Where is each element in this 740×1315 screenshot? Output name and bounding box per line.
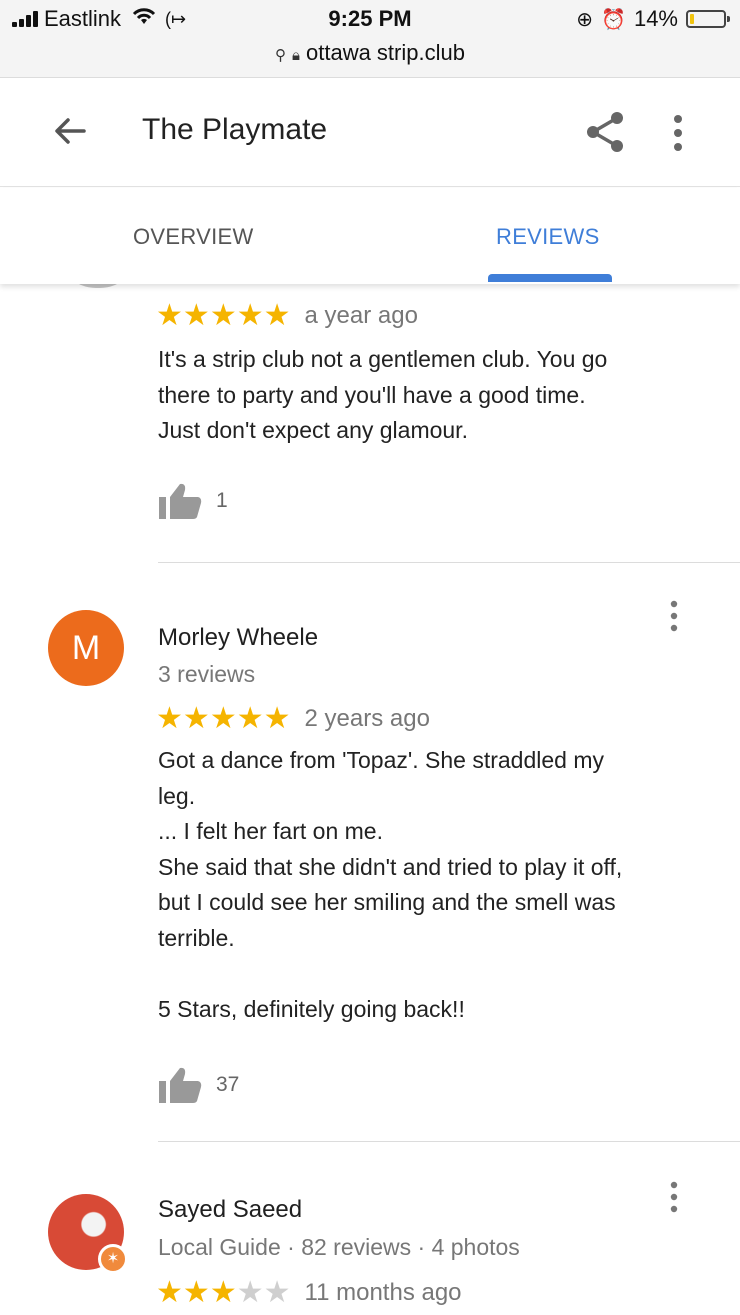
like-count: 37	[216, 1073, 240, 1096]
lock-icon: 🔒︎	[292, 47, 300, 64]
app-bar: The Playmate	[0, 79, 740, 187]
alarm-icon: ⏰	[601, 8, 626, 31]
review-line: Got a dance from 'Topaz'. She straddled …	[158, 747, 605, 773]
page-title: The Playmate	[142, 113, 328, 146]
star-filled-icon: ★	[263, 299, 291, 332]
more-vert-icon[interactable]	[664, 1180, 684, 1214]
review-line: there to party and you'll have a good ti…	[158, 381, 586, 408]
status-right: ⊕ ⏰ 14%	[576, 6, 730, 32]
share-icon[interactable]	[582, 109, 628, 155]
star-filled-icon: ★	[182, 299, 210, 332]
reviewer-meta: Local Guide · 82 reviews · 4 photos	[158, 1234, 520, 1260]
review-time: 2 years ago	[304, 705, 430, 732]
reviewer-name[interactable]: Sayed Saeed	[158, 1196, 302, 1224]
search-icon: ⚲	[275, 47, 287, 64]
review-text: Got a dance from 'Topaz'. She straddled …	[158, 743, 718, 1027]
star-filled-icon: ★	[209, 702, 237, 735]
star-filled-icon: ★	[236, 299, 264, 332]
like-count: 1	[216, 489, 228, 512]
star-filled-icon: ★	[156, 1276, 183, 1309]
star-rating: ★★★★★ 2 years ago	[156, 704, 430, 734]
thumbs-up-icon	[159, 1067, 202, 1103]
divider	[158, 1141, 740, 1142]
tab-reviews[interactable]: REVIEWS	[496, 224, 600, 250]
more-vert-icon[interactable]	[664, 599, 684, 633]
review-line: She said that she didn't and tried to pl…	[158, 853, 623, 880]
tab-bar: OVERVIEW REVIEWS	[0, 188, 740, 284]
stars: ★★★★★	[156, 301, 291, 331]
review-line: but I could see her smiling and the smel…	[158, 889, 616, 915]
review-line: ... I felt her fart on me.	[158, 818, 383, 844]
star-empty-icon: ★	[236, 1276, 264, 1309]
star-filled-icon: ★	[156, 299, 183, 332]
star-rating: ★★★★★ 11 months ago	[156, 1278, 462, 1308]
back-arrow-icon[interactable]	[48, 109, 92, 153]
review-line: terrible.	[158, 924, 235, 951]
like-button[interactable]: 1	[158, 481, 228, 521]
local-guide-badge-icon: ✶	[98, 1244, 128, 1274]
reviewer-meta: 3 reviews	[158, 661, 256, 687]
star-filled-icon: ★	[182, 1276, 210, 1309]
avatar[interactable]: ✶	[48, 1194, 128, 1274]
star-rating: ★★★★★ a year ago	[156, 301, 418, 331]
tab-overview[interactable]: OVERVIEW	[133, 224, 254, 250]
stars: ★★★★★	[156, 1278, 291, 1308]
review-line	[158, 956, 718, 992]
star-filled-icon: ★	[182, 702, 210, 735]
review-time: a year ago	[304, 302, 418, 329]
star-filled-icon: ★	[156, 702, 183, 735]
active-tab-indicator	[488, 274, 612, 282]
more-vert-icon[interactable]	[666, 111, 690, 155]
star-filled-icon: ★	[209, 299, 237, 332]
review-time: 11 months ago	[304, 1279, 462, 1306]
address-bar[interactable]: ⚲ 🔒︎ ottawa strip.club	[0, 40, 740, 66]
avatar	[58, 284, 138, 288]
divider	[158, 562, 740, 563]
status-bar: Eastlink (↦ 9:25 PM ⊕ ⏰ 14% ⚲ 🔒︎ ottawa st…	[0, 0, 740, 78]
review-line: 5 Stars, definitely going back!!	[158, 995, 465, 1022]
review-line: leg.	[158, 782, 196, 809]
reviewer-name[interactable]: Morley Wheele	[158, 624, 318, 652]
star-filled-icon: ★	[236, 702, 264, 735]
thumbs-up-icon	[159, 483, 202, 519]
reviews-list[interactable]: ★★★★★ a year ago It's a strip club not a…	[0, 284, 740, 1315]
battery-icon	[686, 10, 730, 28]
review-line: It's a strip club not a gentlemen club. …	[158, 346, 608, 372]
battery-fill	[690, 14, 695, 24]
url-text: ottawa strip.club	[306, 40, 465, 65]
avatar[interactable]: M	[48, 610, 124, 686]
orientation-lock-icon: ⊕	[576, 8, 594, 31]
star-filled-icon: ★	[263, 702, 291, 735]
star-empty-icon: ★	[263, 1276, 291, 1309]
review-text: It's a strip club not a gentlemen club. …	[158, 342, 718, 449]
stars: ★★★★★	[156, 704, 291, 734]
review-line: Just don't expect any glamour.	[158, 417, 468, 443]
star-filled-icon: ★	[209, 1276, 237, 1309]
like-button[interactable]: 37	[158, 1065, 239, 1105]
battery-percent: 14%	[633, 6, 678, 31]
